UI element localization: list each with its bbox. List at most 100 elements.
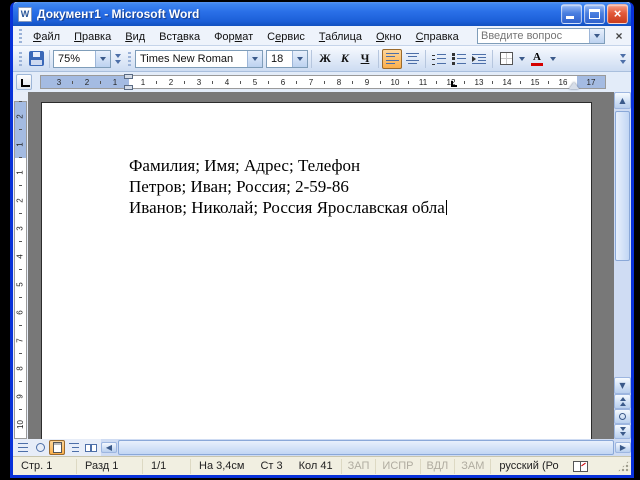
menu-item-справка[interactable]: Справка bbox=[409, 29, 466, 45]
document-text[interactable]: Фамилия; Имя; Адрес; Телефон Петров; Иван… bbox=[42, 103, 591, 218]
scroll-left-button[interactable]: ◀ bbox=[101, 442, 117, 453]
reading-layout-view-button[interactable] bbox=[83, 440, 99, 455]
vertical-scroll-track[interactable] bbox=[614, 109, 631, 377]
font-size-dropdown[interactable] bbox=[292, 50, 307, 67]
status-mode-indicator[interactable]: ЗАП bbox=[342, 458, 377, 474]
spelling-status-icon[interactable] bbox=[572, 460, 588, 472]
italic-button[interactable]: К bbox=[335, 49, 355, 69]
hanging-indent-marker[interactable] bbox=[124, 85, 133, 90]
maximize-button[interactable] bbox=[584, 4, 605, 24]
scroll-down-button[interactable]: ▼ bbox=[614, 377, 631, 394]
print-layout-view-button[interactable] bbox=[49, 440, 65, 455]
window-title: Документ1 - Microsoft Word bbox=[37, 7, 200, 21]
view-buttons bbox=[13, 439, 101, 456]
word-window: W Документ1 - Microsoft Word × Файл Правк… bbox=[10, 2, 634, 478]
document-line[interactable]: Иванов; Николай; Россия Ярославская обла bbox=[129, 197, 571, 218]
menu-item-вставка[interactable]: Вставка bbox=[152, 29, 207, 45]
menu-bar: Файл Правка Вид Вставка Формат Сервис Таблица О… bbox=[13, 26, 631, 46]
resize-grip[interactable] bbox=[617, 459, 630, 473]
formatting-toolbar-options-button[interactable] bbox=[617, 48, 628, 70]
vertical-scrollbar[interactable]: ▲ ▼ bbox=[614, 92, 631, 439]
menubar-close-button[interactable]: × bbox=[611, 29, 627, 43]
horizontal-scroll-thumb[interactable] bbox=[118, 440, 614, 455]
double-up-icon bbox=[619, 397, 626, 406]
underline-button[interactable]: Ч bbox=[355, 49, 375, 69]
standard-toolbar-options-button[interactable] bbox=[112, 48, 123, 70]
minimize-button[interactable] bbox=[561, 4, 582, 24]
ruler-number: 1 bbox=[15, 129, 26, 158]
save-button[interactable] bbox=[26, 49, 46, 69]
status-mode-indicator[interactable]: ВДЛ bbox=[421, 458, 456, 474]
scroll-right-button[interactable]: ▶ bbox=[615, 442, 631, 453]
align-center-icon bbox=[405, 52, 419, 65]
status-section: Разд 1 bbox=[77, 458, 143, 474]
borders-button[interactable] bbox=[496, 49, 516, 69]
align-center-button[interactable] bbox=[402, 49, 422, 69]
status-column: Кол 41 bbox=[291, 458, 342, 474]
status-mode-indicator[interactable]: ЗАМ bbox=[455, 458, 492, 474]
close-button[interactable]: × bbox=[607, 4, 628, 24]
menu-item-таблица[interactable]: Таблица bbox=[312, 29, 369, 45]
first-line-indent-marker[interactable] bbox=[124, 74, 133, 79]
document-page[interactable]: Фамилия; Имя; Адрес; Телефон Петров; Иван… bbox=[41, 102, 592, 439]
ask-question-box[interactable] bbox=[477, 27, 605, 44]
chevron-down-icon bbox=[594, 33, 600, 38]
menu-item-формат[interactable]: Формат bbox=[207, 29, 260, 45]
ruler-number: 3 bbox=[184, 76, 213, 88]
status-page: Стр. 1 bbox=[13, 458, 77, 474]
ruler-number: 2 bbox=[72, 76, 101, 88]
menu-item-вид[interactable]: Вид bbox=[118, 29, 152, 45]
ask-question-input[interactable] bbox=[478, 29, 589, 42]
font-name-dropdown[interactable] bbox=[247, 50, 262, 67]
menu-item-окно[interactable]: Окно bbox=[369, 29, 409, 45]
numbered-list-button[interactable] bbox=[429, 49, 449, 69]
horizontal-ruler[interactable]: 321 1 2 3 4 5 6 7 8 9 10 11 12 13 14 15 16 17 bbox=[40, 74, 606, 90]
outline-view-button[interactable] bbox=[66, 440, 82, 455]
document-line[interactable]: Фамилия; Имя; Адрес; Телефон bbox=[129, 155, 571, 176]
next-page-button[interactable] bbox=[614, 424, 631, 439]
vertical-scroll-thumb[interactable] bbox=[615, 111, 630, 261]
font-color-dropdown[interactable] bbox=[547, 49, 558, 69]
select-browse-object-button[interactable] bbox=[614, 409, 631, 424]
ruler-number: 13 bbox=[464, 76, 493, 88]
chevron-down-icon bbox=[518, 56, 525, 61]
font-size-combo[interactable]: 18 bbox=[266, 49, 308, 68]
underline-icon: Ч bbox=[360, 51, 370, 65]
reading-layout-icon bbox=[85, 443, 97, 452]
menubar-grip[interactable] bbox=[18, 28, 23, 43]
bold-button[interactable]: Ж bbox=[315, 49, 335, 69]
standard-toolbar-grip[interactable] bbox=[18, 51, 23, 66]
borders-dropdown[interactable] bbox=[516, 49, 527, 69]
chevron-down-icon bbox=[252, 56, 258, 61]
italic-icon: К bbox=[340, 51, 350, 65]
status-bar: Стр. 1 Разд 1 1/1 На 3,4см Ст 3 Кол 41 З… bbox=[13, 456, 631, 475]
menu-item-правка[interactable]: Правка bbox=[67, 29, 118, 45]
status-line: Ст 3 bbox=[260, 460, 283, 472]
align-left-button[interactable] bbox=[382, 48, 402, 69]
horizontal-scroll-track[interactable] bbox=[117, 439, 615, 456]
formatting-toolbar-grip[interactable] bbox=[127, 51, 132, 66]
vertical-ruler[interactable]: 21 1 2 3 4 5 6 7 8 9 10 bbox=[13, 92, 28, 439]
ask-question-dropdown[interactable] bbox=[589, 28, 604, 43]
tab-type-selector[interactable] bbox=[16, 74, 32, 90]
zoom-dropdown[interactable] bbox=[95, 50, 110, 67]
menu-item-файл[interactable]: Файл bbox=[26, 29, 67, 45]
title-bar[interactable]: W Документ1 - Microsoft Word × bbox=[13, 2, 631, 26]
tab-stop-marker[interactable] bbox=[451, 81, 457, 87]
font-color-button[interactable]: А bbox=[527, 49, 547, 69]
bulleted-list-button[interactable] bbox=[449, 49, 469, 69]
status-mode-indicator[interactable]: ИСПР bbox=[376, 458, 421, 474]
document-line[interactable]: Петров; Иван; Россия; 2-59-86 bbox=[129, 176, 571, 197]
scroll-up-button[interactable]: ▲ bbox=[614, 92, 631, 109]
menu-item-сервис[interactable]: Сервис bbox=[260, 29, 312, 45]
increase-indent-icon bbox=[472, 53, 486, 65]
chevron-down-icon bbox=[619, 53, 626, 58]
normal-view-button[interactable] bbox=[15, 440, 31, 455]
zoom-combo[interactable]: 75% bbox=[53, 49, 111, 68]
right-indent-marker[interactable] bbox=[569, 82, 579, 89]
increase-indent-button[interactable] bbox=[469, 49, 489, 69]
previous-page-button[interactable] bbox=[614, 394, 631, 409]
ruler-number: 7 bbox=[15, 325, 26, 354]
font-name-combo[interactable]: Times New Roman bbox=[135, 49, 263, 68]
web-layout-view-button[interactable] bbox=[32, 440, 48, 455]
